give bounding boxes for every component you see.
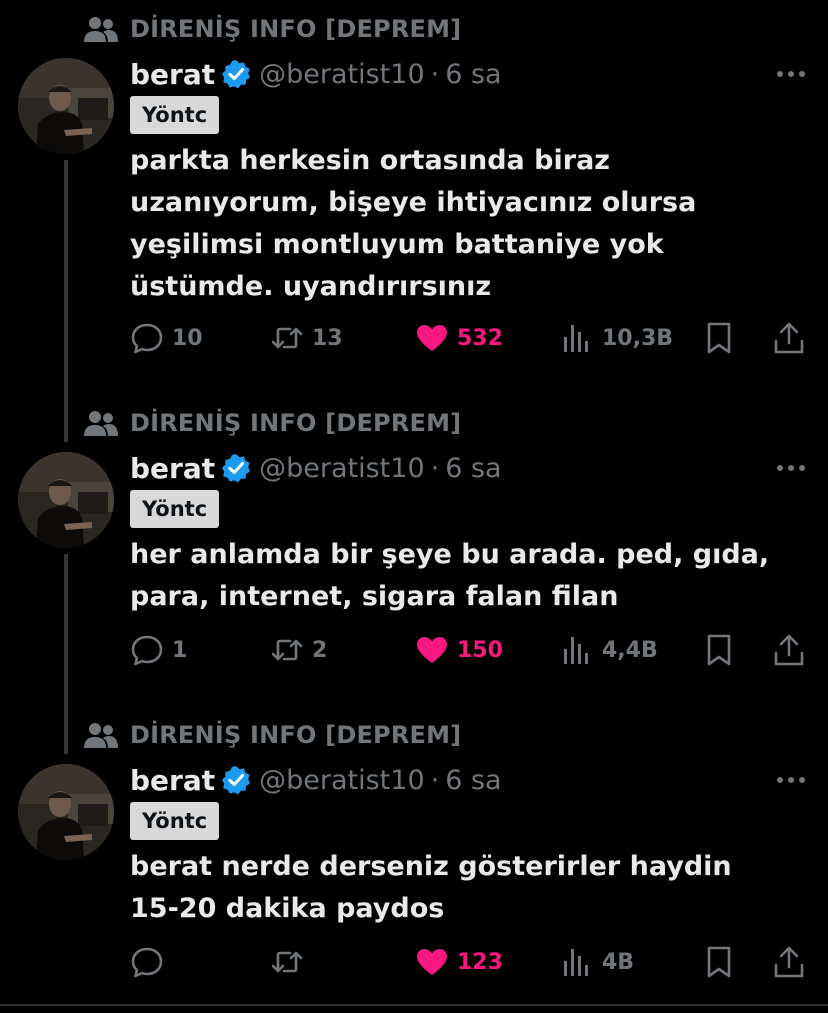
author-handle[interactable]: @beratist10 — [259, 765, 425, 796]
community-name: DİRENİŞ INFO [DEPREM] — [130, 409, 462, 437]
reply-icon — [131, 947, 163, 978]
tweet-actions: 1 2 150 4,4B — [130, 630, 810, 670]
share-button[interactable] — [772, 318, 806, 358]
like-button[interactable]: 150 — [415, 630, 503, 670]
views-count: 10,3B — [602, 325, 674, 351]
more-button[interactable] — [776, 765, 806, 795]
label-badge: Yöntc — [130, 802, 220, 840]
separator-dot: · — [430, 58, 440, 90]
community-label[interactable]: DİRENİŞ INFO [DEPREM] — [84, 718, 461, 752]
share-button[interactable] — [772, 630, 806, 670]
like-button[interactable]: 532 — [415, 318, 503, 358]
more-icon — [777, 777, 805, 783]
share-icon — [774, 322, 804, 354]
share-icon — [774, 946, 804, 978]
author-name[interactable]: berat — [130, 58, 215, 91]
heart-icon — [417, 949, 447, 975]
divider — [0, 1004, 828, 1006]
bookmark-icon — [707, 322, 731, 354]
community-label[interactable]: DİRENİŞ INFO [DEPREM] — [84, 12, 461, 46]
author-name[interactable]: berat — [130, 452, 215, 485]
retweet-icon — [271, 951, 303, 973]
retweet-icon — [271, 327, 303, 349]
separator-dot: · — [430, 452, 440, 484]
like-count: 123 — [457, 949, 503, 975]
verified-badge-icon — [222, 60, 251, 89]
retweet-icon — [271, 639, 303, 661]
more-button[interactable] — [776, 59, 806, 89]
reply-button[interactable]: 10 — [130, 318, 203, 358]
verified-badge-icon — [222, 766, 251, 795]
avatar[interactable] — [18, 58, 114, 154]
views-count: 4,4B — [602, 637, 658, 663]
author-name[interactable]: berat — [130, 764, 215, 797]
timestamp[interactable]: 6 sa — [445, 765, 501, 796]
label-badge: Yöntc — [130, 96, 220, 134]
retweet-count: 2 — [312, 637, 328, 663]
bookmark-button[interactable] — [702, 318, 736, 358]
heart-icon — [417, 637, 447, 663]
more-icon — [777, 71, 805, 77]
share-button[interactable] — [772, 942, 806, 982]
bookmark-icon — [707, 946, 731, 978]
bookmark-button[interactable] — [702, 630, 736, 670]
verified-badge-icon — [222, 454, 251, 483]
community-name: DİRENİŞ INFO [DEPREM] — [130, 15, 462, 43]
like-button[interactable]: 123 — [415, 942, 503, 982]
views-icon — [564, 637, 588, 664]
tweet-text: her anlamda bir şeye bu arada. ped, gıda… — [130, 539, 770, 612]
heart-icon — [417, 325, 447, 351]
bookmark-button[interactable] — [702, 942, 736, 982]
reply-button[interactable] — [130, 942, 172, 982]
timestamp[interactable]: 6 sa — [445, 59, 501, 90]
bookmark-icon — [707, 634, 731, 666]
community-icon — [84, 411, 118, 436]
retweet-button[interactable]: 13 — [270, 318, 343, 358]
author-handle[interactable]: @beratist10 — [259, 453, 425, 484]
tweet-text: berat nerde derseniz gösterirler haydin … — [130, 851, 732, 924]
more-button[interactable] — [776, 453, 806, 483]
retweet-count: 13 — [312, 325, 343, 351]
tweet-text: parkta herkesin ortasında biraz uzanıyor… — [130, 145, 697, 302]
reply-button[interactable]: 1 — [130, 630, 187, 670]
reply-icon — [131, 323, 163, 354]
author-handle[interactable]: @beratist10 — [259, 59, 425, 90]
community-icon — [84, 723, 118, 748]
views-button[interactable]: 10,3B — [560, 318, 673, 358]
community-label[interactable]: DİRENİŞ INFO [DEPREM] — [84, 406, 461, 440]
views-button[interactable]: 4B — [560, 942, 634, 982]
timestamp[interactable]: 6 sa — [445, 453, 501, 484]
like-count: 532 — [457, 325, 503, 351]
avatar[interactable] — [18, 764, 114, 860]
reply-icon — [131, 635, 163, 666]
label-badge: Yöntc — [130, 490, 220, 528]
retweet-button[interactable]: 2 — [270, 630, 327, 670]
separator-dot: · — [430, 764, 440, 796]
community-icon — [84, 17, 118, 42]
views-icon — [564, 949, 588, 976]
avatar[interactable] — [18, 452, 114, 548]
retweet-button[interactable] — [270, 942, 312, 982]
like-count: 150 — [457, 637, 503, 663]
share-icon — [774, 634, 804, 666]
views-count: 4B — [602, 949, 635, 975]
tweet-actions: 123 4B — [130, 942, 810, 982]
tweet-actions: 10 13 532 10,3B — [130, 318, 810, 358]
views-icon — [564, 325, 588, 352]
views-button[interactable]: 4,4B — [560, 630, 658, 670]
community-name: DİRENİŞ INFO [DEPREM] — [130, 721, 462, 749]
more-icon — [777, 465, 805, 471]
thread-line — [64, 160, 68, 442]
reply-count: 10 — [172, 325, 203, 351]
reply-count: 1 — [172, 637, 188, 663]
thread-line — [64, 554, 68, 754]
